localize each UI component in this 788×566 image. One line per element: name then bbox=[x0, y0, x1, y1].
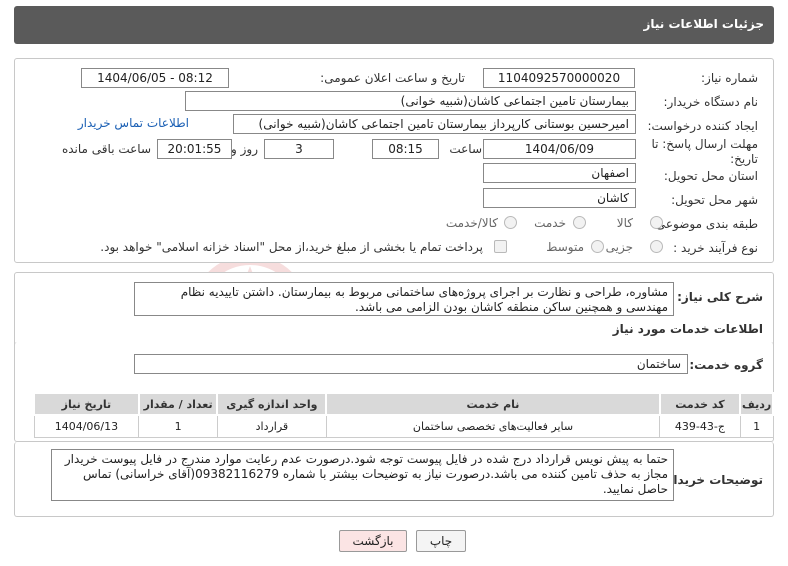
buyer-notes-label: توضیحات خریدار: bbox=[661, 473, 763, 487]
payment-note: پرداخت تمام یا بخشی از مبلغ خرید،از محل … bbox=[100, 240, 483, 254]
cell-unit: قرارداد bbox=[216, 414, 327, 438]
services-section-title: اطلاعات خدمات مورد نیاز bbox=[612, 322, 763, 336]
col-row-number: ردیف bbox=[739, 392, 774, 416]
col-service-code: کد خدمت bbox=[658, 392, 742, 416]
creator-label: ایجاد کننده درخواست: bbox=[647, 119, 758, 133]
category-option-goods: کالا bbox=[616, 216, 633, 230]
announce-field: 1404/06/05 - 08:12 bbox=[81, 68, 229, 88]
process-radio-minor[interactable] bbox=[650, 240, 663, 253]
need-number-field: 1104092570000020 bbox=[483, 68, 635, 88]
cell-service-code: ج-43-439 bbox=[659, 414, 741, 438]
category-label: طبقه بندی موضوعی: bbox=[651, 217, 758, 231]
summary-textarea: مشاوره، طراحی و نظارت بر اجرای پروژه‌های… bbox=[134, 282, 674, 316]
col-service-name: نام خدمت bbox=[325, 392, 661, 416]
services-table: ردیف کد خدمت نام خدمت واحد اندازه گیری ت… bbox=[33, 392, 774, 438]
print-button[interactable]: چاپ bbox=[416, 530, 466, 552]
remaining-time-field: 20:01:55 bbox=[157, 139, 232, 159]
page-title: جزئیات اطلاعات نیاز bbox=[643, 17, 764, 31]
col-quantity: تعداد / مقدار bbox=[137, 392, 219, 416]
process-radio-medium[interactable] bbox=[591, 240, 604, 253]
process-option-medium: متوسط bbox=[546, 240, 584, 254]
service-group-label: گروه خدمت: bbox=[689, 358, 763, 372]
summary-label: شرح کلی نیاز: bbox=[677, 290, 763, 304]
deadline-time-label: ساعت bbox=[449, 142, 482, 156]
need-number-label: شماره نیاز: bbox=[701, 71, 758, 85]
deadline-date-field: 1404/06/09 bbox=[483, 139, 636, 159]
process-label: نوع فرآیند خرید : bbox=[673, 241, 758, 255]
category-option-service: خدمت bbox=[534, 216, 566, 230]
back-button[interactable]: بازگشت bbox=[339, 530, 407, 552]
table-header-row: ردیف کد خدمت نام خدمت واحد اندازه گیری ت… bbox=[33, 392, 774, 416]
cell-service-name: سایر فعالیت‌های تخصصی ساختمان bbox=[325, 414, 661, 438]
cell-quantity: 1 bbox=[138, 414, 218, 438]
deadline-label: مهلت ارسال پاسخ: تا تاریخ: bbox=[651, 137, 758, 166]
category-option-goods-service: کالا/خدمت bbox=[445, 216, 498, 230]
category-radio-service[interactable] bbox=[573, 216, 586, 229]
process-option-minor: جزیی bbox=[605, 240, 633, 254]
cell-need-date: 1404/06/13 bbox=[33, 414, 140, 438]
cell-row-number: 1 bbox=[739, 414, 774, 438]
city-label: شهر محل تحویل: bbox=[671, 193, 758, 207]
page-header: جزئیات اطلاعات نیاز bbox=[14, 6, 774, 44]
remaining-label: ساعت باقی مانده bbox=[61, 142, 151, 156]
creator-field: امیرحسین بوستانی کارپرداز بیمارستان تامی… bbox=[233, 114, 636, 134]
province-field: اصفهان bbox=[483, 163, 636, 183]
table-row[interactable]: 1 ج-43-439 سایر فعالیت‌های تخصصی ساختمان… bbox=[33, 414, 774, 438]
buyer-org-field: بیمارستان تامین اجتماعی کاشان(شبیه خوانی… bbox=[185, 91, 636, 111]
deadline-time-field: 08:15 bbox=[372, 139, 439, 159]
announce-label: تاریخ و ساعت اعلان عمومی: bbox=[320, 71, 465, 85]
col-unit: واحد اندازه گیری bbox=[216, 392, 328, 416]
province-label: استان محل تحویل: bbox=[663, 169, 758, 183]
city-field: کاشان bbox=[483, 188, 636, 208]
buyer-notes-textarea: حتما به پیش نویس قرارداد درج شده در فایل… bbox=[51, 449, 674, 501]
days-field: 3 bbox=[264, 139, 334, 159]
category-radio-goods[interactable] bbox=[650, 216, 663, 229]
buyer-contact-link[interactable]: اطلاعات تماس خریدار bbox=[78, 116, 189, 130]
category-radio-goods-service[interactable] bbox=[504, 216, 517, 229]
treasury-checkbox[interactable] bbox=[494, 240, 507, 253]
col-need-date: تاریخ نیاز bbox=[33, 392, 140, 416]
days-label: روز و bbox=[231, 142, 258, 156]
buyer-org-label: نام دستگاه خریدار: bbox=[663, 95, 759, 109]
service-group-field: ساختمان bbox=[134, 354, 688, 374]
